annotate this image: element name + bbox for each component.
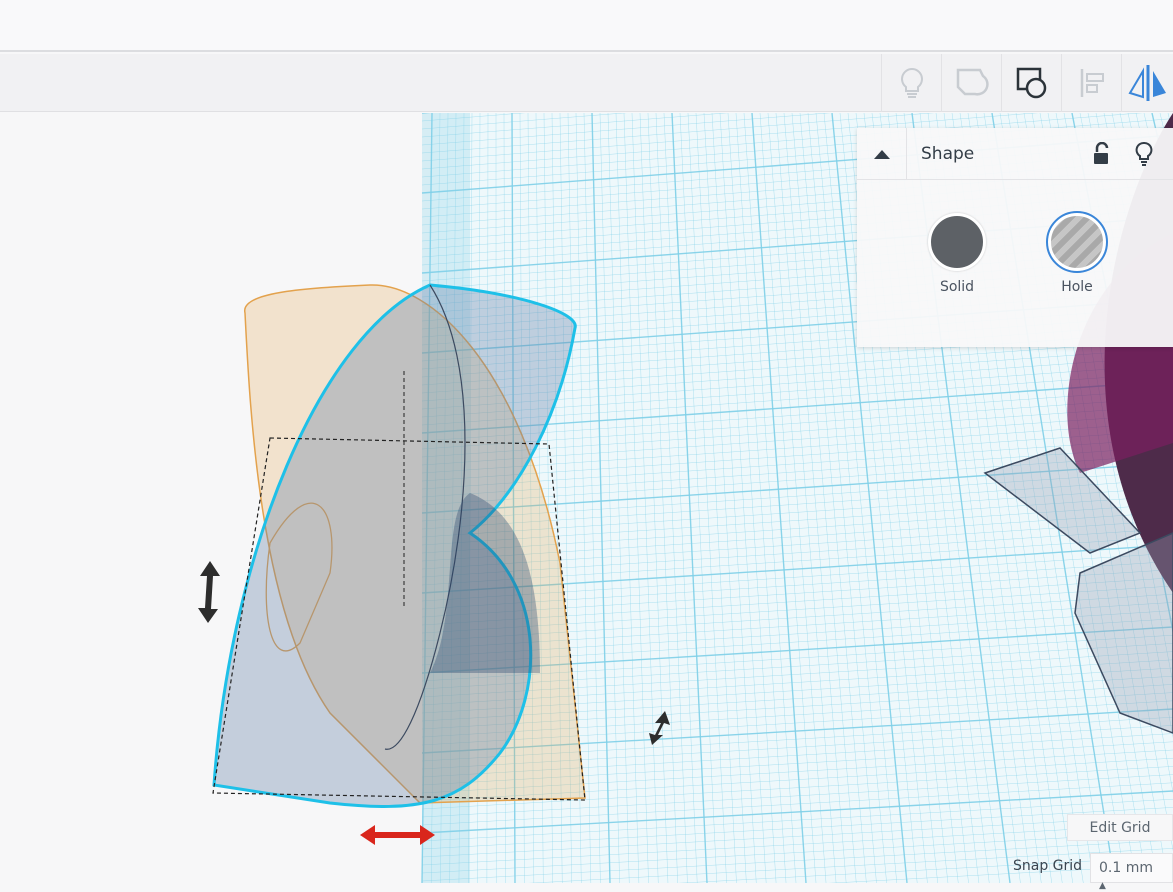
snap-grid-value: 0.1 mm: [1099, 860, 1153, 876]
toolbar: [0, 54, 1173, 112]
snap-grid-select[interactable]: 0.1 mm ▲: [1090, 853, 1173, 883]
panel-title: Shape: [921, 144, 1091, 164]
hole-option[interactable]: Hole: [1037, 213, 1117, 295]
solid-swatch: [928, 213, 986, 271]
hole-label: Hole: [1061, 279, 1093, 295]
caret-up-icon: [873, 148, 891, 160]
group-shapes-icon: [1014, 65, 1050, 101]
lightbulb-icon: [897, 66, 927, 100]
shape-inspector-panel: Shape Solid Hole: [857, 128, 1173, 347]
solid-label: Solid: [940, 279, 974, 295]
mirror-icon: [1126, 63, 1170, 103]
align-button[interactable]: [1061, 54, 1121, 112]
lightbulb-icon[interactable]: [1133, 141, 1155, 167]
snap-grid-label: Snap Grid: [1013, 858, 1082, 874]
note-button[interactable]: [941, 54, 1001, 112]
top-bar: [0, 0, 1173, 52]
collapse-panel-button[interactable]: [857, 128, 907, 180]
mirror-button[interactable]: [1121, 54, 1173, 112]
align-icon: [1077, 66, 1107, 100]
hole-swatch: [1048, 213, 1106, 271]
solid-option[interactable]: Solid: [917, 213, 997, 295]
group-button[interactable]: [1001, 54, 1061, 112]
toggle-notes-button[interactable]: [881, 54, 941, 112]
note-shape-icon: [955, 66, 989, 100]
move-x-handle-arrow: [360, 825, 435, 845]
edit-grid-button[interactable]: Edit Grid: [1067, 814, 1173, 841]
height-handle-arrow: [198, 561, 220, 623]
lock-icon[interactable]: [1091, 142, 1113, 166]
